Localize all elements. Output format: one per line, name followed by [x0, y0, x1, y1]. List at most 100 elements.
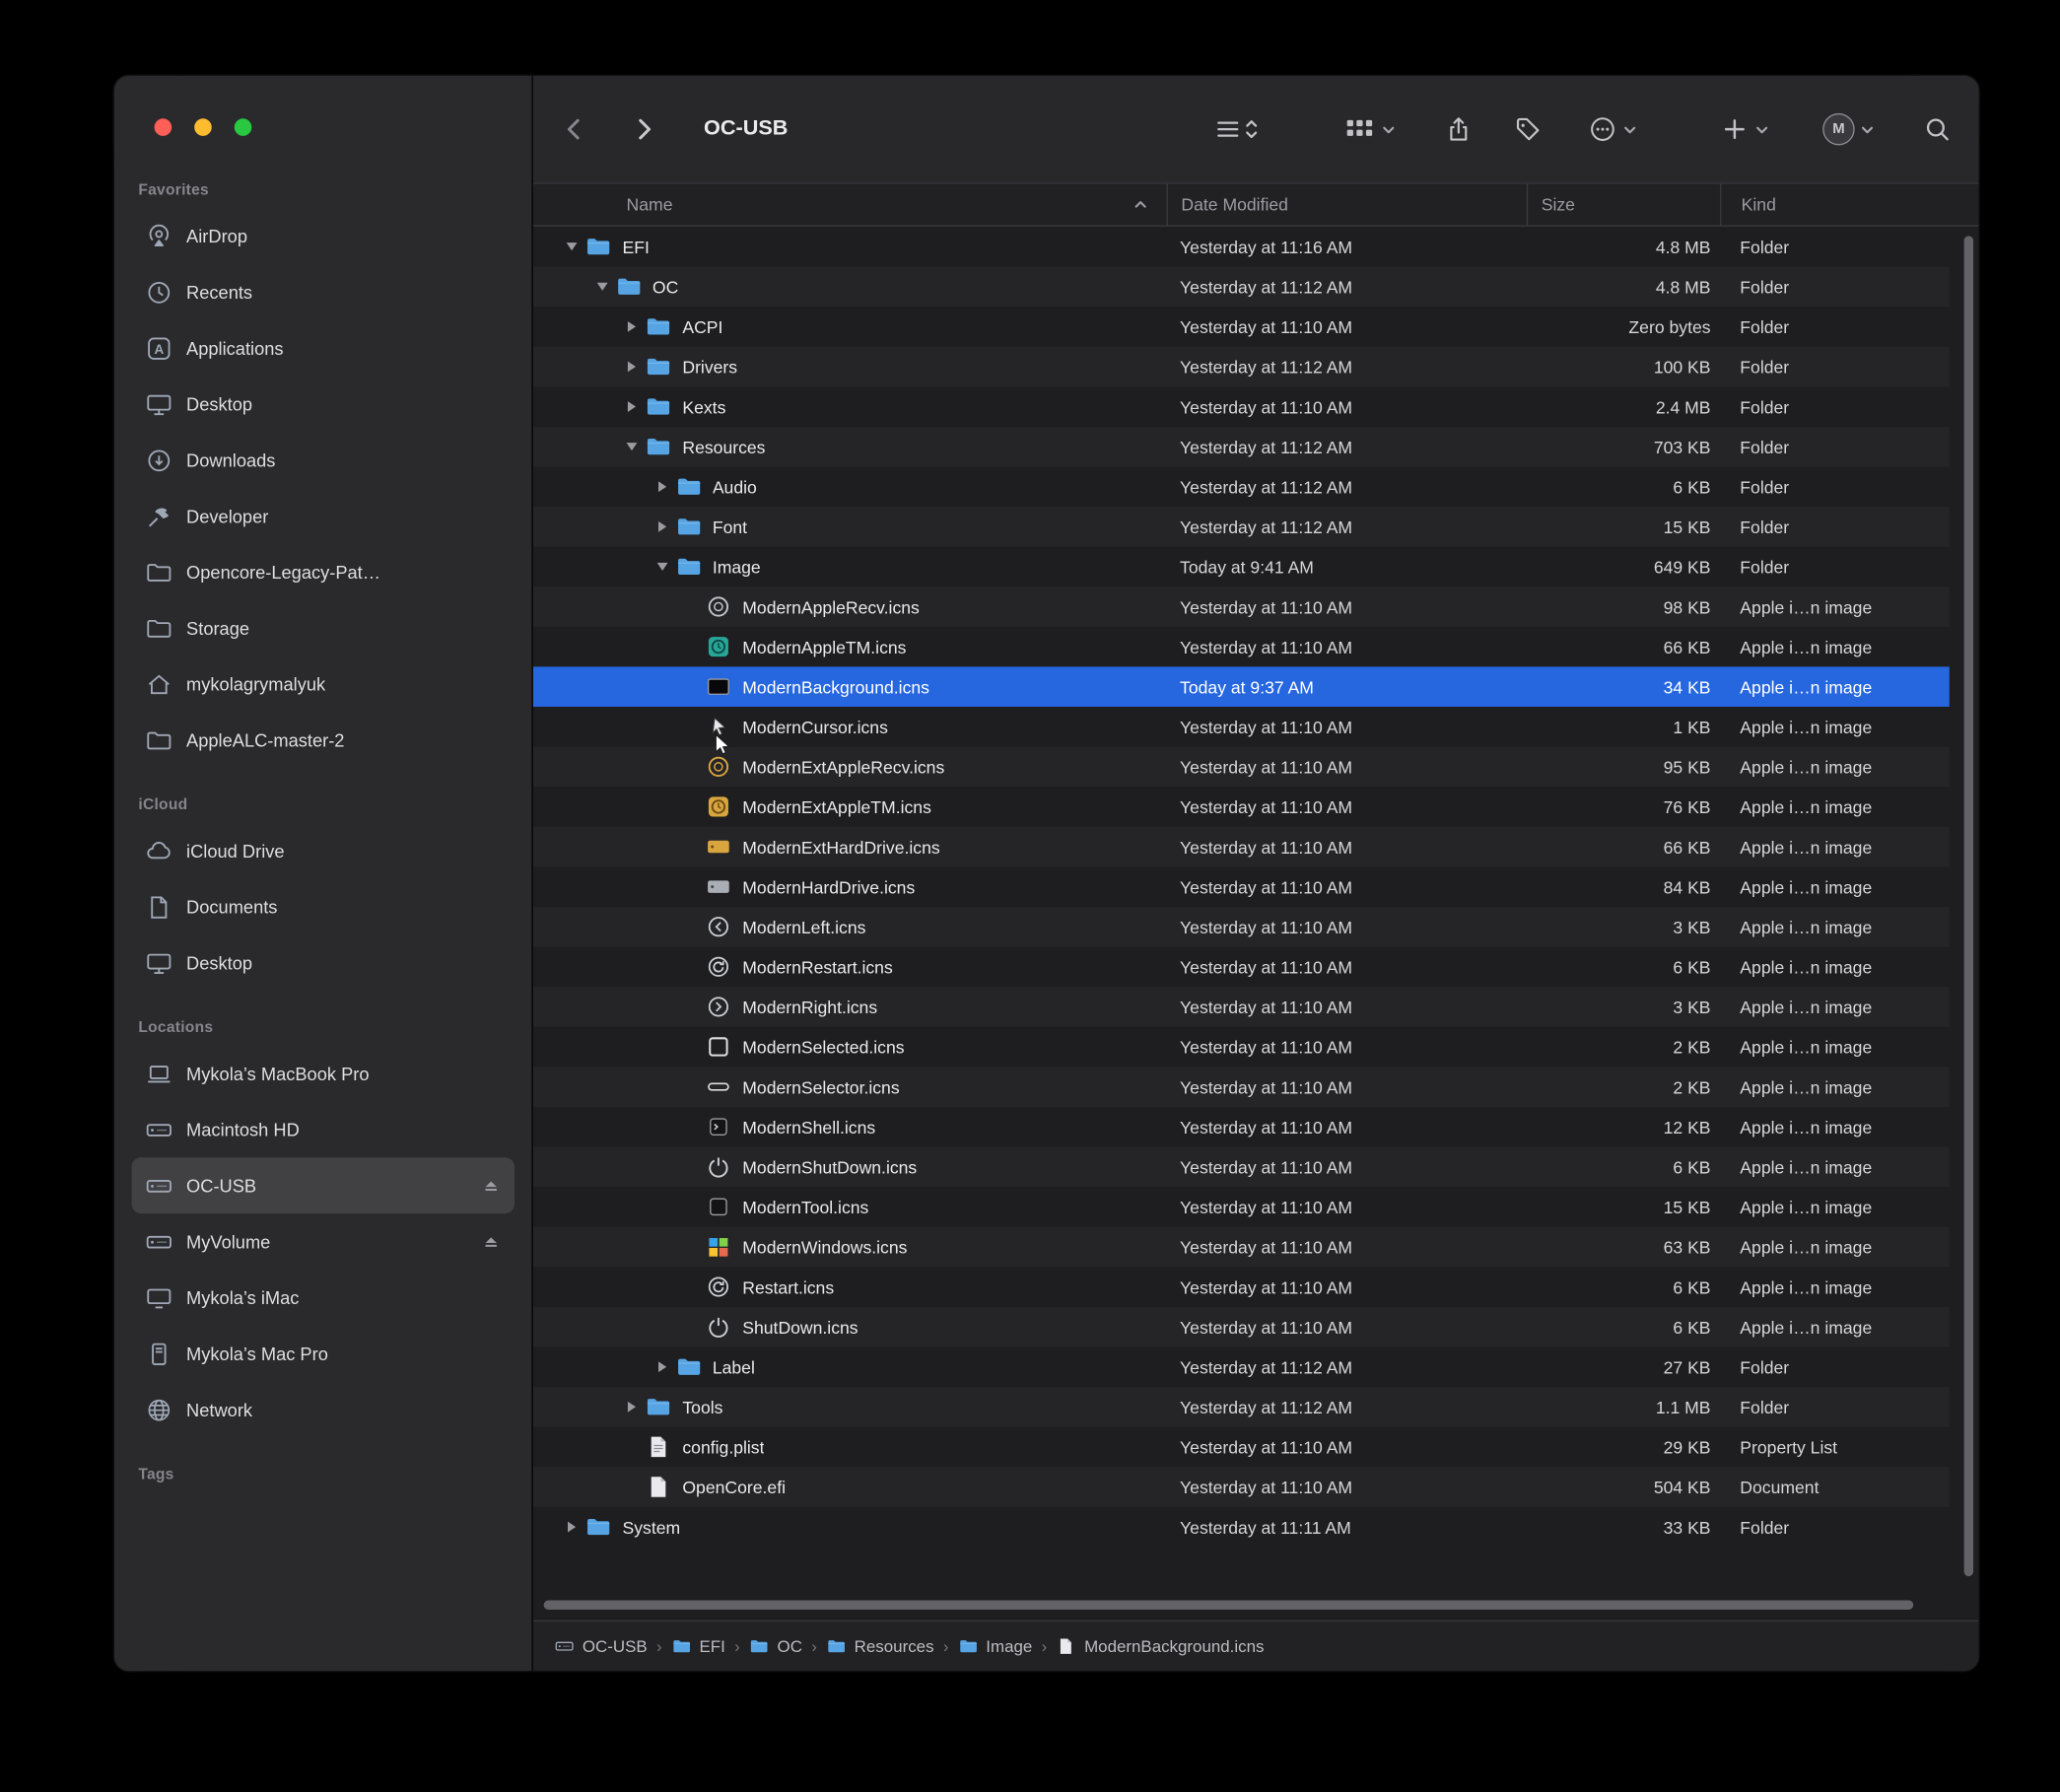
file-kind: Apple i…n image [1720, 1317, 1950, 1337]
disclosure-triangle-icon[interactable] [652, 481, 671, 492]
folder-icon [615, 273, 642, 300]
tags-button[interactable] [1513, 114, 1543, 144]
sidebar-item-mykola-s-mac-pro[interactable]: Mykola’s Mac Pro [132, 1326, 515, 1382]
table-row-kexts[interactable]: KextsYesterday at 11:10 AM2.4 MBFolder [533, 386, 1950, 427]
table-row-audio[interactable]: AudioYesterday at 11:12 AM6 KBFolder [533, 466, 1950, 507]
table-row-modernselected-icns[interactable]: ModernSelected.icnsYesterday at 11:10 AM… [533, 1027, 1950, 1068]
disclosure-triangle-icon[interactable] [622, 401, 641, 412]
column-header-date-modified[interactable]: Date Modified [1167, 184, 1527, 226]
sidebar-item-mykolagrymalyuk[interactable]: mykolagrymalyuk [132, 656, 515, 713]
disclosure-triangle-icon[interactable] [563, 1522, 582, 1533]
table-row-modernapplerecv-icns[interactable]: ModernAppleRecv.icnsYesterday at 11:10 A… [533, 586, 1950, 627]
sidebar-item-icloud-drive[interactable]: iCloud Drive [132, 823, 515, 879]
share-button[interactable] [1444, 114, 1474, 144]
table-row-resources[interactable]: ResourcesYesterday at 11:12 AM703 KBFold… [533, 427, 1950, 467]
table-row-modernselector-icns[interactable]: ModernSelector.icnsYesterday at 11:10 AM… [533, 1067, 1950, 1107]
sidebar-item-opencore-legacy-pat[interactable]: Opencore-Legacy-Pat… [132, 544, 515, 600]
sidebar-item-applealc-master-2[interactable]: AppleALC-master-2 [132, 712, 515, 768]
path-item-oc[interactable]: OC [749, 1636, 802, 1656]
disclosure-triangle-icon[interactable] [652, 1361, 671, 1372]
table-row-label[interactable]: LabelYesterday at 11:12 AM27 KBFolder [533, 1346, 1950, 1387]
table-row-modernextappletm-icns[interactable]: ModernExtAppleTM.icnsYesterday at 11:10 … [533, 787, 1950, 827]
table-row-modernrestart-icns[interactable]: ModernRestart.icnsYesterday at 11:10 AM6… [533, 947, 1950, 988]
table-row-modernbackground-icns[interactable]: ModernBackground.icnsToday at 9:37 AM34 … [533, 666, 1950, 707]
harddrive-file-icon [705, 873, 731, 900]
table-row-moderntool-icns[interactable]: ModernTool.icnsYesterday at 11:10 AM15 K… [533, 1187, 1950, 1227]
table-row-modernshell-icns[interactable]: ModernShell.icnsYesterday at 11:10 AM12 … [533, 1107, 1950, 1147]
disclosure-triangle-icon[interactable] [622, 1402, 641, 1413]
table-row-tools[interactable]: ToolsYesterday at 11:12 AM1.1 MBFolder [533, 1387, 1950, 1427]
sidebar-item-downloads[interactable]: Downloads [132, 432, 515, 488]
sidebar-item-mykola-s-imac[interactable]: Mykola’s iMac [132, 1270, 515, 1326]
table-row-drivers[interactable]: DriversYesterday at 11:12 AM100 KBFolder [533, 347, 1950, 387]
table-row-modernleft-icns[interactable]: ModernLeft.icnsYesterday at 11:10 AM3 KB… [533, 907, 1950, 947]
search-button[interactable] [1923, 114, 1953, 144]
new-item-button[interactable] [1720, 114, 1769, 144]
table-row-acpi[interactable]: ACPIYesterday at 11:10 AMZero bytesFolde… [533, 307, 1950, 347]
sidebar-item-myvolume[interactable]: MyVolume [132, 1213, 515, 1270]
table-row-config-plist[interactable]: config.plistYesterday at 11:10 AM29 KBPr… [533, 1427, 1950, 1468]
column-header-size[interactable]: Size [1527, 184, 1720, 226]
sidebar-item-desktop[interactable]: Desktop [132, 934, 515, 991]
eject-icon[interactable] [481, 1176, 501, 1196]
table-row-modernappletm-icns[interactable]: ModernAppleTM.icnsYesterday at 11:10 AM6… [533, 627, 1950, 667]
table-row-restart-icns[interactable]: Restart.icnsYesterday at 11:10 AM6 KBApp… [533, 1267, 1950, 1307]
table-row-efi[interactable]: EFIYesterday at 11:16 AM4.8 MBFolder [533, 227, 1950, 267]
table-row-shutdown-icns[interactable]: ShutDown.icnsYesterday at 11:10 AM6 KBAp… [533, 1307, 1950, 1347]
sidebar-item-macintosh-hd[interactable]: Macintosh HD [132, 1101, 515, 1157]
file-name: ModernRight.icns [742, 997, 877, 1016]
path-item-resources[interactable]: Resources [826, 1636, 933, 1656]
column-header-name[interactable]: Name [533, 184, 1167, 226]
date-modified: Yesterday at 11:10 AM [1167, 1276, 1527, 1296]
more-actions-button[interactable] [1588, 114, 1637, 144]
eject-icon[interactable] [481, 1231, 501, 1251]
sidebar-item-storage[interactable]: Storage [132, 600, 515, 656]
table-row-modernextapplerecv-icns[interactable]: ModernExtAppleRecv.icnsYesterday at 11:1… [533, 747, 1950, 788]
close-window-button[interactable] [155, 118, 172, 136]
sidebar-item-recents[interactable]: Recents [132, 264, 515, 320]
disclosure-triangle-icon[interactable] [622, 362, 641, 373]
path-item-image[interactable]: Image [958, 1636, 1032, 1656]
cursor-file-icon [705, 714, 731, 740]
table-row-modernshutdown-icns[interactable]: ModernShutDown.icnsYesterday at 11:10 AM… [533, 1146, 1950, 1187]
table-row-modernharddrive-icns[interactable]: ModernHardDrive.icnsYesterday at 11:10 A… [533, 866, 1950, 907]
minimize-window-button[interactable] [194, 118, 212, 136]
group-button[interactable] [1343, 114, 1396, 144]
account-button[interactable]: M [1822, 113, 1875, 145]
sidebar-item-applications[interactable]: AApplications [132, 320, 515, 377]
sidebar-item-oc-usb[interactable]: OC-USB [132, 1157, 515, 1213]
table-row-opencore-efi[interactable]: OpenCore.efiYesterday at 11:10 AM504 KBD… [533, 1467, 1950, 1507]
table-row-modernwindows-icns[interactable]: ModernWindows.icnsYesterday at 11:10 AM6… [533, 1227, 1950, 1268]
vertical-scrollbar[interactable] [1964, 236, 1973, 1576]
disclosure-triangle-icon[interactable] [652, 563, 671, 571]
table-row-font[interactable]: FontYesterday at 11:12 AM15 KBFolder [533, 507, 1950, 547]
column-header-kind[interactable]: Kind [1720, 184, 1978, 226]
file-name: EFI [622, 237, 649, 256]
table-row-oc[interactable]: OCYesterday at 11:12 AM4.8 MBFolder [533, 266, 1950, 307]
table-row-system[interactable]: SystemYesterday at 11:11 AM33 KBFolder [533, 1507, 1950, 1548]
file-size: 63 KB [1527, 1237, 1720, 1257]
table-row-moderncursor-icns[interactable]: ModernCursor.icnsYesterday at 11:10 AM1 … [533, 707, 1950, 747]
disclosure-triangle-icon[interactable] [622, 321, 641, 332]
sidebar-item-mykola-s-macbook-pro[interactable]: Mykola’s MacBook Pro [132, 1046, 515, 1102]
disclosure-triangle-icon[interactable] [652, 521, 671, 532]
path-item-efi[interactable]: EFI [671, 1636, 725, 1656]
zoom-window-button[interactable] [235, 118, 252, 136]
view-switcher-button[interactable] [1213, 114, 1262, 144]
path-item-oc-usb[interactable]: OC-USB [554, 1636, 647, 1656]
disclosure-triangle-icon[interactable] [622, 443, 641, 450]
back-button[interactable] [560, 114, 589, 144]
sidebar-item-airdrop[interactable]: AirDrop [132, 208, 515, 264]
disclosure-triangle-icon[interactable] [592, 283, 611, 291]
table-row-image[interactable]: ImageToday at 9:41 AM649 KBFolder [533, 547, 1950, 587]
table-row-modernextharddrive-icns[interactable]: ModernExtHardDrive.icnsYesterday at 11:1… [533, 827, 1950, 867]
forward-button[interactable] [629, 114, 658, 144]
sidebar-item-developer[interactable]: Developer [132, 488, 515, 544]
disclosure-triangle-icon[interactable] [563, 242, 582, 250]
sidebar-item-network[interactable]: Network [132, 1382, 515, 1438]
table-row-modernright-icns[interactable]: ModernRight.icnsYesterday at 11:10 AM3 K… [533, 987, 1950, 1027]
path-item-modernbackground-icns[interactable]: ModernBackground.icns [1057, 1636, 1265, 1656]
sidebar-item-desktop[interactable]: Desktop [132, 376, 515, 432]
horizontal-scrollbar[interactable] [544, 1600, 1914, 1609]
sidebar-item-documents[interactable]: Documents [132, 879, 515, 935]
